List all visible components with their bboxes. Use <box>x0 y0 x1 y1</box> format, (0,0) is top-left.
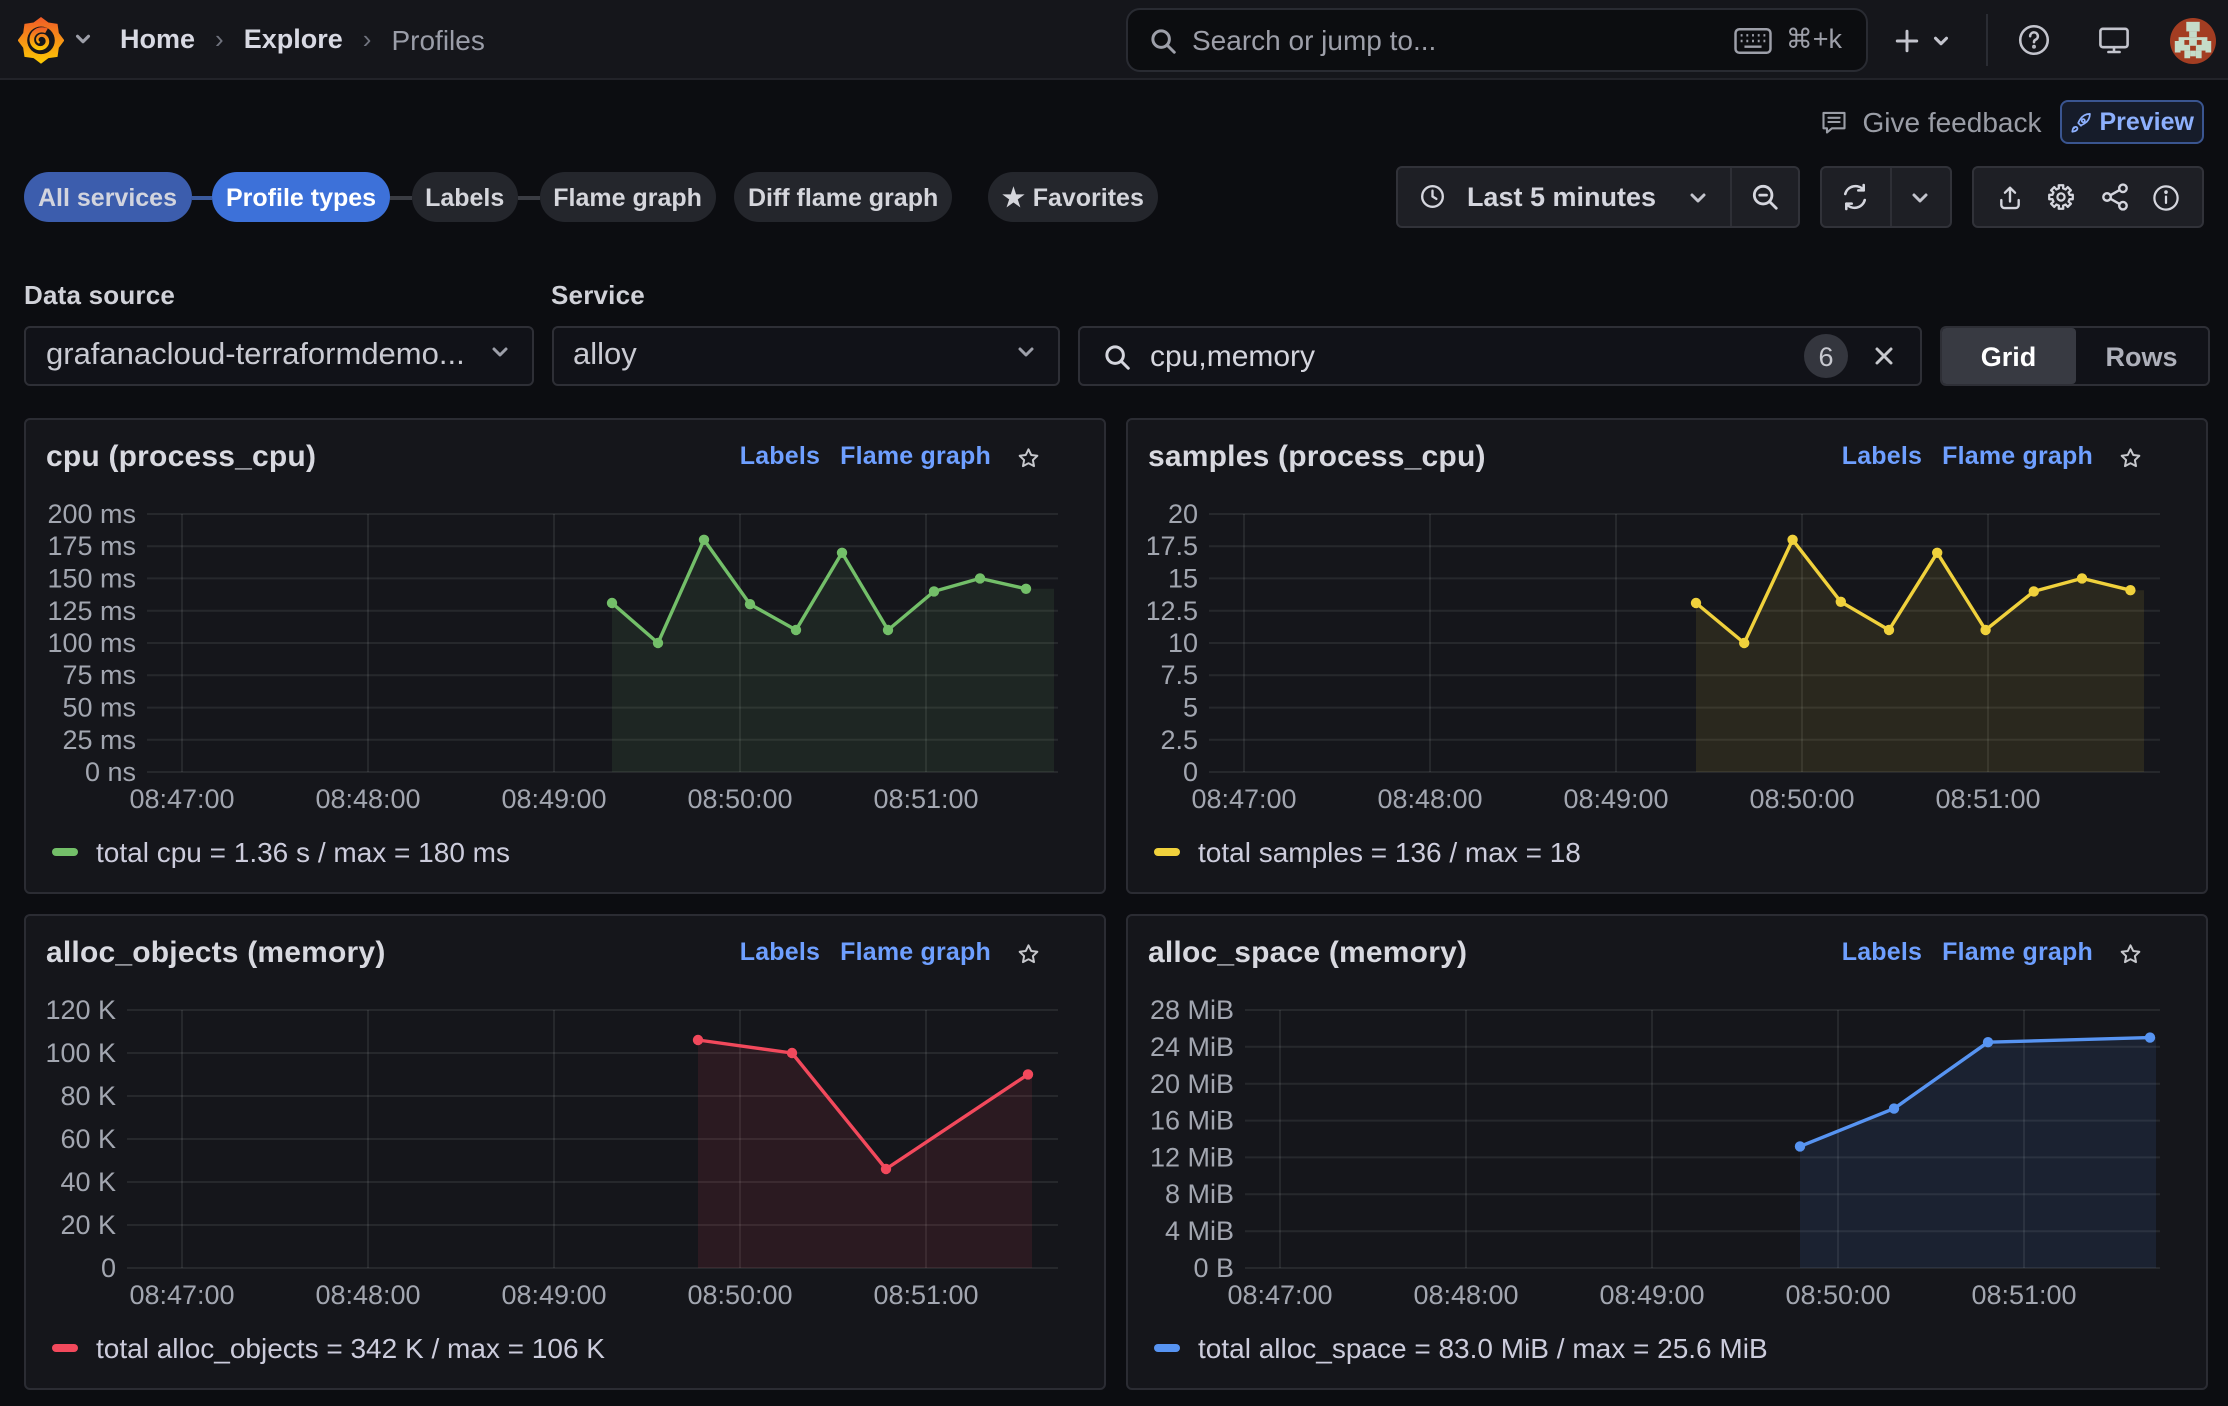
svg-text:5: 5 <box>1183 692 1198 722</box>
svg-text:08:47:00: 08:47:00 <box>129 1280 234 1310</box>
svg-text:08:50:00: 08:50:00 <box>1749 784 1854 814</box>
svg-text:125 ms: 125 ms <box>47 596 136 626</box>
svg-text:12.5: 12.5 <box>1148 596 1198 626</box>
svg-text:2.5: 2.5 <box>1160 725 1198 755</box>
svg-text:0 B: 0 B <box>1193 1253 1234 1283</box>
svg-text:08:49:00: 08:49:00 <box>501 1280 606 1310</box>
svg-text:08:47:00: 08:47:00 <box>1227 1280 1332 1310</box>
svg-text:08:48:00: 08:48:00 <box>315 1280 420 1310</box>
svg-text:08:49:00: 08:49:00 <box>1599 1280 1704 1310</box>
svg-text:08:49:00: 08:49:00 <box>501 784 606 814</box>
svg-text:17.5: 17.5 <box>1148 531 1198 561</box>
svg-text:15: 15 <box>1168 564 1198 594</box>
svg-text:150 ms: 150 ms <box>47 564 136 594</box>
svg-text:80 K: 80 K <box>60 1081 116 1111</box>
svg-text:08:50:00: 08:50:00 <box>687 784 792 814</box>
svg-text:08:47:00: 08:47:00 <box>1191 784 1296 814</box>
svg-text:100 K: 100 K <box>46 1038 116 1068</box>
svg-text:08:50:00: 08:50:00 <box>687 1280 792 1310</box>
svg-text:12 MiB: 12 MiB <box>1150 1142 1234 1172</box>
svg-text:08:48:00: 08:48:00 <box>315 784 420 814</box>
svg-text:20 K: 20 K <box>60 1210 116 1240</box>
svg-text:120 K: 120 K <box>46 995 116 1025</box>
svg-text:60 K: 60 K <box>60 1124 116 1154</box>
svg-text:24 MiB: 24 MiB <box>1150 1032 1234 1062</box>
svg-text:08:51:00: 08:51:00 <box>873 1280 978 1310</box>
svg-text:08:51:00: 08:51:00 <box>1971 1280 2076 1310</box>
svg-text:200 ms: 200 ms <box>47 499 136 529</box>
svg-text:08:50:00: 08:50:00 <box>1785 1280 1890 1310</box>
svg-text:25 ms: 25 ms <box>62 725 136 755</box>
svg-text:50 ms: 50 ms <box>62 692 136 722</box>
svg-text:8 MiB: 8 MiB <box>1165 1179 1234 1209</box>
svg-text:28 MiB: 28 MiB <box>1150 995 1234 1025</box>
svg-text:20: 20 <box>1168 499 1198 529</box>
svg-text:16 MiB: 16 MiB <box>1150 1106 1234 1136</box>
svg-text:4 MiB: 4 MiB <box>1165 1216 1234 1246</box>
svg-text:08:51:00: 08:51:00 <box>873 784 978 814</box>
svg-text:20 MiB: 20 MiB <box>1150 1069 1234 1099</box>
svg-text:08:48:00: 08:48:00 <box>1377 784 1482 814</box>
svg-text:0: 0 <box>101 1253 116 1283</box>
svg-text:08:47:00: 08:47:00 <box>129 784 234 814</box>
svg-text:08:48:00: 08:48:00 <box>1413 1280 1518 1310</box>
svg-text:0: 0 <box>1183 757 1198 787</box>
svg-text:75 ms: 75 ms <box>62 660 136 690</box>
svg-text:10: 10 <box>1168 628 1198 658</box>
svg-text:100 ms: 100 ms <box>47 628 136 658</box>
svg-text:08:49:00: 08:49:00 <box>1563 784 1668 814</box>
svg-text:7.5: 7.5 <box>1160 660 1198 690</box>
svg-text:175 ms: 175 ms <box>47 531 136 561</box>
svg-text:0 ns: 0 ns <box>85 757 136 787</box>
svg-text:40 K: 40 K <box>60 1167 116 1197</box>
svg-text:08:51:00: 08:51:00 <box>1935 784 2040 814</box>
